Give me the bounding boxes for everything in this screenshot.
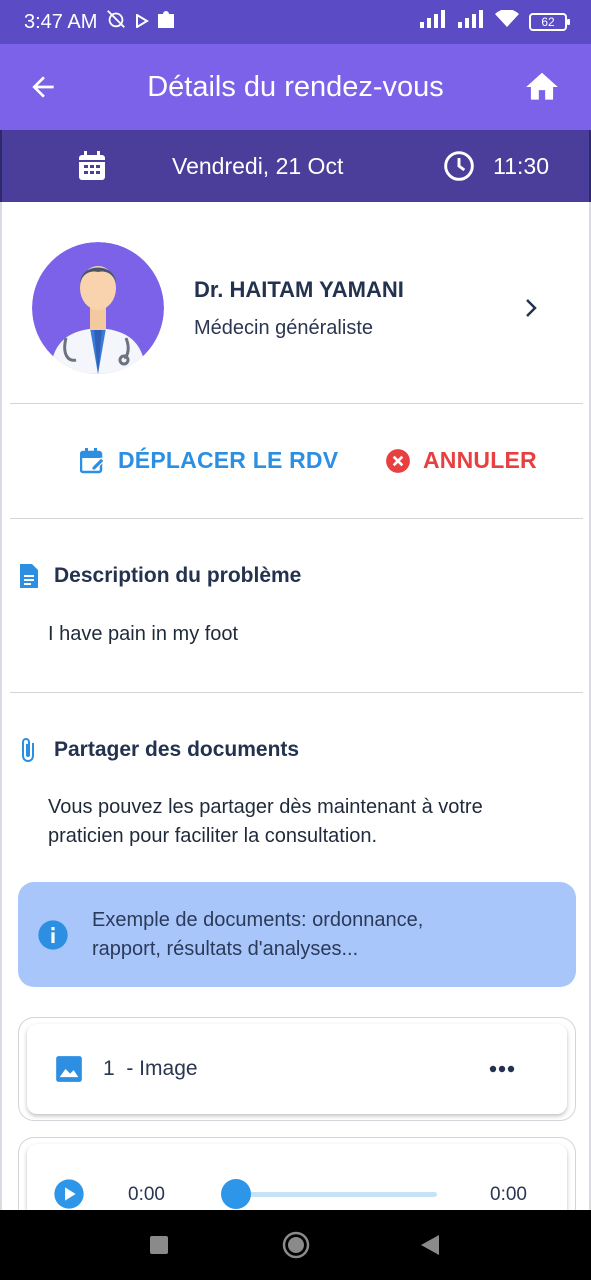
puzzle-icon — [157, 9, 175, 35]
signal-icon — [419, 10, 447, 34]
document-card[interactable]: 1 - Image — [27, 1024, 567, 1114]
description-title-label: Description du problème — [54, 564, 302, 587]
description-title: Description du problème — [18, 564, 301, 588]
info-icon — [28, 919, 78, 951]
documents-title-label: Partager des documents — [54, 738, 300, 761]
doctor-specialty: Médecin généraliste — [194, 316, 373, 339]
system-nav-bar — [0, 1210, 591, 1280]
more-horizontal-icon[interactable] — [489, 1065, 515, 1073]
info-line-2: rapport, résultats d'analyses... — [92, 937, 359, 960]
home-nav-button[interactable] — [282, 1231, 310, 1264]
play-icon[interactable] — [53, 1178, 85, 1210]
battery-level: 62 — [541, 15, 555, 29]
appointment-time: 11:30 — [493, 152, 549, 179]
cancel-circle-icon — [386, 448, 410, 473]
home-icon — [526, 72, 558, 100]
back-nav-button[interactable] — [421, 1235, 439, 1260]
date-group: Vendredi, 21 Oct — [78, 151, 343, 181]
doctor-avatar — [32, 242, 164, 374]
content: Dr. HAITAM YAMANI Médecin généraliste DÉ… — [0, 202, 591, 1210]
status-left: 3:47 AM — [24, 8, 175, 36]
audio-current-time: 0:00 — [128, 1184, 165, 1205]
document-icon — [20, 564, 38, 588]
home-button[interactable] — [519, 64, 565, 110]
info-line-1: Exemple de documents: ordonnance, — [92, 908, 424, 931]
divider — [10, 692, 583, 693]
slider-thumb[interactable] — [221, 1179, 251, 1209]
documents-title: Partager des documents — [18, 737, 299, 763]
calendar-icon — [79, 151, 105, 180]
recents-button[interactable] — [150, 1236, 168, 1259]
wifi-icon — [495, 9, 519, 34]
status-time: 3:47 AM — [24, 10, 98, 33]
back-button[interactable] — [20, 64, 66, 110]
play-store-icon — [135, 11, 150, 34]
chevron-right-icon — [526, 299, 537, 317]
status-bar: 3:47 AM 62 — [0, 0, 591, 44]
reschedule-label: DÉPLACER LE RDV — [118, 447, 339, 473]
audio-total-time: 0:00 — [490, 1184, 527, 1205]
square-icon — [150, 1236, 168, 1254]
document-label: 1 - Image — [103, 1057, 198, 1081]
divider — [10, 518, 583, 519]
image-icon — [56, 1056, 82, 1082]
clock-icon — [444, 151, 474, 181]
document-index: 1 — [103, 1057, 115, 1080]
app-bar: Détails du rendez-vous — [0, 44, 591, 130]
doctor-name: Dr. HAITAM YAMANI — [194, 276, 404, 302]
documents-intro: Vous pouvez les partager dès maintenant … — [48, 796, 483, 847]
battery-icon: 62 — [529, 13, 570, 31]
appointment-date: Vendredi, 21 Oct — [172, 152, 344, 179]
triangle-back-icon — [421, 1235, 439, 1255]
circle-home-icon — [282, 1231, 310, 1259]
cancel-label: ANNULER — [423, 447, 537, 473]
reschedule-button[interactable]: DÉPLACER LE RDV — [80, 447, 338, 474]
arrow-left-icon — [32, 76, 54, 98]
cancel-button[interactable]: ANNULER — [385, 447, 537, 474]
document-name: - Image — [126, 1057, 198, 1080]
document-list-item: 1 - Image — [18, 1017, 576, 1121]
doctor-card[interactable]: Dr. HAITAM YAMANI Médecin généraliste — [32, 242, 562, 374]
divider — [10, 403, 583, 404]
audio-list-item: 0:00 0:00 — [18, 1137, 576, 1210]
audio-player: 0:00 0:00 — [27, 1144, 567, 1210]
appointment-date-bar: Vendredi, 21 Oct 11:30 — [0, 130, 591, 202]
description-text: I have pain in my foot — [48, 623, 239, 645]
page-title: Détails du rendez-vous — [147, 70, 444, 103]
audio-slider[interactable] — [221, 1179, 437, 1209]
time-group: 11:30 — [443, 150, 549, 182]
info-text: Exemple de documents: ordonnance, rappor… — [92, 906, 423, 964]
signal-icon-2 — [457, 10, 485, 34]
paperclip-icon — [22, 738, 34, 762]
calendar-edit-icon — [80, 447, 105, 473]
status-right: 62 — [419, 9, 570, 34]
doctor-info: Dr. HAITAM YAMANI Médecin généraliste — [194, 277, 404, 340]
info-banner: Exemple de documents: ordonnance, rappor… — [18, 882, 576, 987]
muted-alarm-icon — [105, 8, 127, 36]
